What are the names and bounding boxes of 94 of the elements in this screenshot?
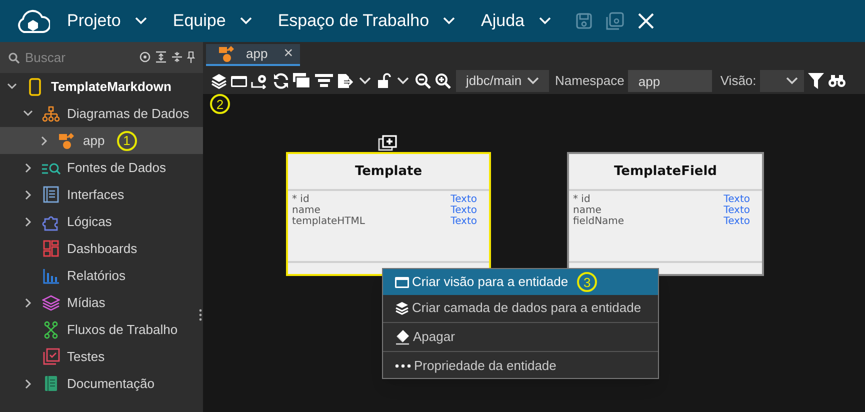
step-marker: 1	[116, 130, 137, 150]
unlock-icon[interactable]	[377, 73, 391, 89]
menu-item[interactable]: Apagar	[383, 324, 658, 349]
menu-item[interactable]: Criar camada de dados para a entidade	[383, 295, 658, 320]
diagram-icon	[58, 132, 76, 150]
more-icon	[395, 364, 411, 368]
layers-icon	[395, 300, 409, 314]
tree-item[interactable]: Diagramas de Dados	[0, 100, 203, 127]
tree-item[interactable]: app 1	[0, 127, 203, 154]
stacked-windows-icon[interactable]	[293, 73, 311, 89]
binoculars-icon[interactable]	[828, 74, 846, 88]
cloud-logo-icon	[16, 8, 50, 34]
step-marker: 2	[210, 94, 230, 114]
chevron-down-icon	[359, 77, 371, 85]
menu-item[interactable]: Ajuda	[481, 8, 551, 34]
search-icon	[8, 52, 20, 64]
tree-item[interactable]: Dashboards	[0, 235, 203, 262]
chevron-down-icon	[538, 17, 551, 25]
dashboard-icon	[43, 240, 59, 257]
field-type: Texto	[724, 216, 750, 227]
tree-item[interactable]: Mídias	[0, 289, 203, 316]
phone-icon	[29, 78, 41, 96]
workflow-icon	[44, 320, 58, 338]
close-icon[interactable]	[636, 12, 655, 30]
menu-item[interactable]: Espaço de Trabalho	[278, 8, 456, 34]
chevron-down-icon	[443, 17, 456, 25]
field-name: * id	[292, 194, 310, 205]
window-icon[interactable]	[231, 74, 247, 88]
layers-icon[interactable]	[211, 73, 227, 89]
chevron-down-icon	[240, 17, 252, 25]
tree-item[interactable]: Fluxos de Trabalho	[0, 316, 203, 343]
entity-title: TemplateField	[614, 162, 717, 181]
namespace-field[interactable]: app	[628, 70, 712, 92]
window-icon	[395, 276, 409, 288]
chevron-down-icon	[134, 17, 147, 25]
field-type: Texto	[450, 205, 477, 216]
field-name: templateHTML	[292, 216, 365, 227]
connection-dropdown[interactable]: jdbc/main	[456, 70, 549, 92]
refresh-icon[interactable]	[273, 73, 289, 89]
book-icon	[44, 375, 58, 392]
menu-item[interactable]: Criar visão para a entidade 3	[383, 269, 658, 295]
field-name: name	[292, 205, 320, 216]
entity-card[interactable]: Template * id Texto name Texto templateHTML Texto	[286, 152, 491, 276]
view-label: Visão:	[720, 72, 756, 90]
add-window-icon[interactable]	[378, 135, 398, 151]
field-type: Texto	[450, 216, 477, 227]
chevron-down-icon	[397, 77, 409, 85]
layers-icon	[42, 294, 60, 310]
locate-icon[interactable]	[139, 51, 151, 63]
view-dropdown[interactable]	[760, 70, 804, 92]
namespace-label: Namespace	[555, 72, 624, 90]
entity-card[interactable]: TemplateField * id Texto name Texto fieldName Texto	[567, 152, 764, 276]
filter-icon[interactable]	[808, 73, 824, 89]
window-list-icon	[43, 186, 59, 203]
tree-item[interactable]: Testes	[0, 343, 203, 370]
field-type: Texto	[724, 205, 750, 216]
context-menu[interactable]: Criar visão para a entidade 3 Criar camada de dados para a entidade Apagar Propriedade da entidade	[382, 268, 659, 379]
align-center-icon[interactable]	[315, 74, 333, 88]
expand-all-icon[interactable]	[155, 51, 167, 63]
bar-chart-icon	[43, 268, 59, 284]
close-tab-button[interactable]: ×	[284, 46, 294, 62]
data-source-icon	[41, 160, 61, 174]
menu-item[interactable]: Projeto	[67, 8, 147, 34]
search-field[interactable]: Buscar	[0, 42, 203, 73]
tree-item[interactable]: Documentação	[0, 370, 203, 397]
field-type: Texto	[450, 194, 477, 205]
chevron-down-icon	[786, 77, 798, 85]
menu-item[interactable]: Equipe	[172, 8, 252, 34]
tree-item[interactable]: Fontes de Dados	[0, 154, 203, 181]
tree-item[interactable]: Interfaces	[0, 181, 203, 208]
menu-item[interactable]: Propriedade da entidade	[383, 353, 658, 378]
field-type: Texto	[724, 194, 750, 205]
tree-item[interactable]: Relatórios	[0, 262, 203, 289]
collapse-all-icon[interactable]	[171, 51, 183, 63]
field-name: fieldName	[573, 216, 624, 227]
chevron-down-icon	[527, 77, 539, 85]
editor-tab[interactable]: app ×	[206, 44, 300, 66]
zoom-out-icon[interactable]	[415, 73, 431, 89]
pin-icon[interactable]	[187, 51, 195, 63]
resize-handle-icon[interactable]	[199, 309, 202, 321]
step-marker: 3	[577, 272, 598, 292]
field-name: name	[573, 205, 602, 216]
export-icon[interactable]	[337, 73, 353, 89]
diagram-icon	[218, 45, 236, 63]
hierarchy-icon	[42, 106, 60, 122]
checklist-icon	[42, 348, 60, 365]
field-name: * id	[573, 194, 590, 205]
zoom-in-icon[interactable]	[435, 73, 451, 89]
eraser-icon	[395, 328, 410, 344]
tree-item[interactable]: Lógicas	[0, 208, 203, 235]
save-all-icon[interactable]	[606, 12, 624, 30]
tree-item[interactable]: TemplateMarkdown	[0, 73, 203, 100]
entity-title: Template	[354, 162, 422, 181]
save-icon[interactable]	[574, 12, 593, 30]
